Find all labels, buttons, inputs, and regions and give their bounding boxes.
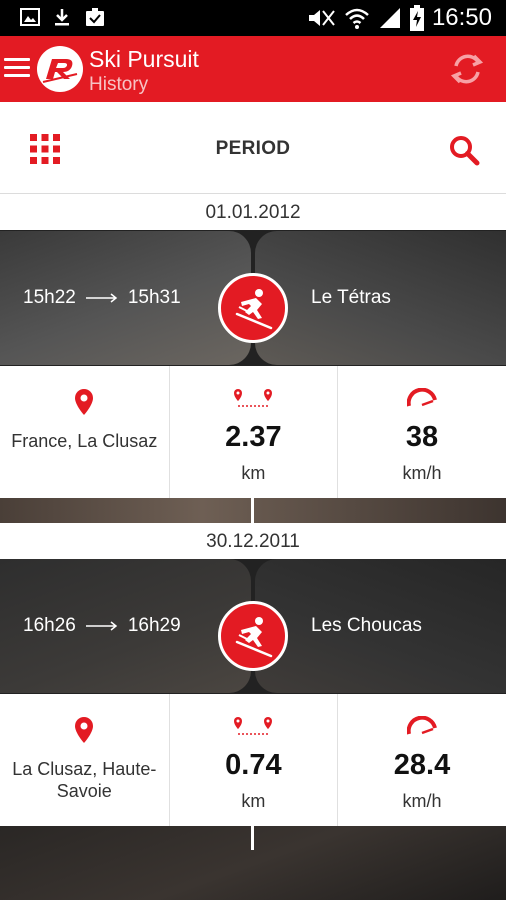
arrow-right-icon (85, 621, 118, 631)
speed-stat: 38 km/h (337, 366, 506, 498)
mute-icon (308, 10, 335, 26)
status-time: 16:50 (431, 4, 492, 31)
filter-bar: PERIOD (0, 102, 506, 194)
distance-stat: 0.74 km (168, 694, 338, 826)
clipboard-check-icon (86, 8, 104, 26)
run-slope-name: Le Tétras (311, 287, 391, 308)
run-start-time: 16h26 (23, 615, 76, 636)
location-pin-icon (75, 389, 94, 415)
route-distance-icon (234, 389, 273, 407)
search-icon[interactable] (448, 134, 480, 166)
distance-stat: 2.37 km (168, 366, 338, 498)
speed-unit: km/h (402, 463, 442, 483)
timeline-connector (251, 498, 254, 523)
period-filter[interactable]: PERIOD (0, 138, 506, 160)
run-end-time: 16h29 (127, 615, 181, 636)
hamburger-menu-icon[interactable] (4, 58, 30, 78)
skier-icon (218, 273, 288, 343)
distance-value: 0.74 (225, 749, 282, 781)
distance-value: 2.37 (225, 421, 282, 453)
location-stat: France, La Clusaz (0, 366, 169, 498)
run-card-header[interactable]: 15h22 15h31 Le Tétras (0, 231, 506, 365)
location-stat: La Clusaz, Haute-Savoie (0, 694, 169, 826)
route-distance-icon (234, 717, 273, 735)
timeline-connector (251, 826, 254, 850)
app-bar: Ski Pursuit History (0, 36, 506, 102)
wifi-icon (345, 8, 369, 29)
run-stats: La Clusaz, Haute-Savoie 0.74 km 28.4 km/… (0, 694, 506, 826)
speedometer-icon (406, 716, 437, 735)
gallery-icon (20, 8, 40, 26)
location-pin-icon (75, 717, 94, 743)
distance-unit: km (241, 791, 266, 811)
run-end-time: 15h31 (127, 287, 181, 308)
speedometer-icon (406, 388, 437, 407)
rossignol-logo[interactable] (37, 46, 83, 92)
distance-unit: km (241, 463, 266, 483)
signal-icon (379, 8, 400, 28)
app-title: Ski Pursuit (89, 46, 199, 72)
battery-charging-icon (409, 5, 424, 31)
arrow-right-icon (85, 293, 118, 303)
location-text: La Clusaz, Haute-Savoie (12, 759, 157, 801)
run-time-range: 15h22 15h31 (23, 231, 181, 365)
sync-icon[interactable] (448, 50, 486, 88)
status-right-icons: 16:50 (306, 4, 492, 32)
run-date: 01.01.2012 (0, 194, 506, 230)
speed-value: 38 (405, 421, 439, 453)
app-screen: 16:50 Ski Pursuit History PERIOD 01.01.2… (0, 0, 506, 900)
run-slope-name: Les Choucas (311, 615, 422, 636)
app-subtitle: History (89, 74, 149, 95)
status-left-icons (20, 7, 106, 27)
run-time-range: 16h26 16h29 (23, 559, 181, 693)
location-text: France, La Clusaz (11, 431, 158, 451)
speed-value: 28.4 (393, 749, 451, 781)
speed-unit: km/h (402, 791, 442, 811)
run-date: 30.12.2011 (0, 523, 506, 559)
status-bar: 16:50 (0, 0, 506, 36)
run-card-header[interactable]: 16h26 16h29 Les Choucas (0, 559, 506, 693)
run-start-time: 15h22 (23, 287, 76, 308)
skier-icon (218, 601, 288, 671)
download-icon (55, 9, 69, 26)
run-stats: France, La Clusaz 2.37 km 38 km/h (0, 366, 506, 498)
speed-stat: 28.4 km/h (337, 694, 506, 826)
